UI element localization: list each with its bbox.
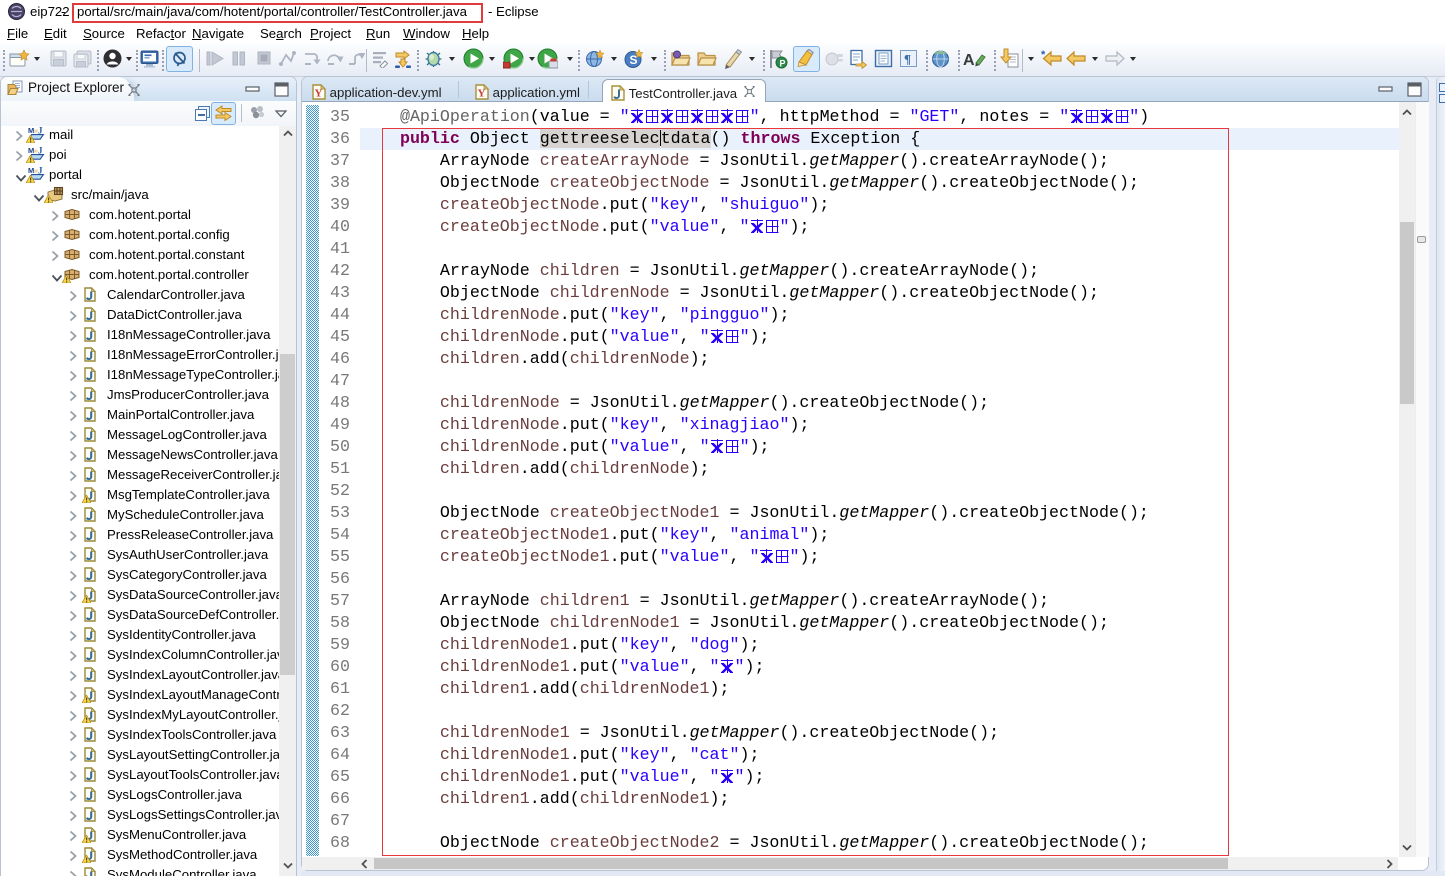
svg-text:M: M [28,146,34,155]
svg-text:A: A [963,52,975,69]
svg-text:Y: Y [315,88,323,100]
svg-text:P: P [780,59,786,69]
svg-text:Y: Y [478,88,486,100]
svg-text:M: M [28,166,34,175]
svg-text:S: S [630,53,638,67]
svg-text:M: M [28,126,34,135]
svg-text:¶: ¶ [904,52,911,67]
